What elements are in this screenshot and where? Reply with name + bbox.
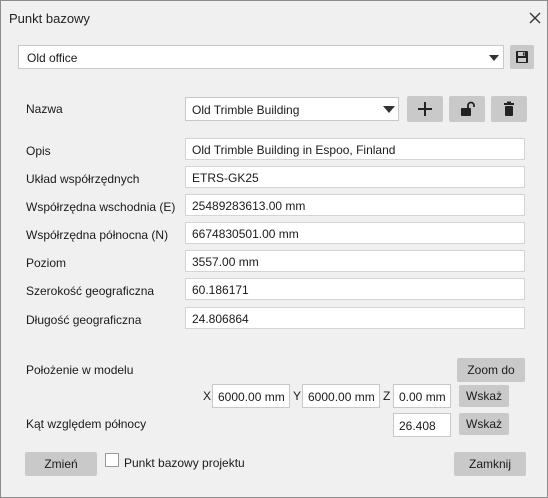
- x-label: X: [203, 389, 212, 403]
- model-position-label: Położenie w modelu: [26, 363, 134, 377]
- delete-button[interactable]: [491, 96, 527, 122]
- trash-icon: [504, 101, 514, 116]
- close-icon: [529, 12, 541, 24]
- name-select[interactable]: Old Trimble Building: [185, 97, 399, 121]
- latitude-label: Szerokość geograficzna: [26, 284, 155, 298]
- description-field[interactable]: Old Trimble Building in Espoo, Finland: [185, 138, 525, 160]
- latitude-value: 60.186171: [192, 283, 249, 297]
- close-dialog-button[interactable]: Zamknij: [454, 452, 526, 476]
- north-angle-label: Kąt względem północy: [26, 417, 147, 431]
- project-base-point-checkbox[interactable]: [105, 453, 119, 467]
- base-point-dialog: Punkt bazowy Old office Nazwa Old Trimbl…: [0, 0, 548, 498]
- project-base-point-label: Punkt bazowy projektu: [124, 456, 245, 470]
- unlock-button[interactable]: [449, 96, 485, 122]
- z-value: 0.00 mm: [399, 390, 446, 404]
- coordinate-system-field[interactable]: ETRS-GK25: [185, 166, 525, 188]
- easting-value: 25489283613.00 mm: [192, 199, 306, 213]
- show-north-angle-button[interactable]: Wskaż: [459, 413, 509, 435]
- plus-icon: [418, 102, 432, 116]
- change-button[interactable]: Zmień: [25, 452, 97, 476]
- title-bar: Punkt bazowy: [1, 1, 547, 35]
- elevation-field[interactable]: 3557.00 mm: [185, 250, 525, 272]
- add-button[interactable]: [407, 96, 443, 122]
- chevron-down-icon: [383, 106, 395, 113]
- coordinate-system-label: Układ współrzędnych: [26, 172, 140, 186]
- zoom-to-button[interactable]: Zoom do: [457, 358, 525, 382]
- longitude-value: 24.806864: [192, 312, 249, 326]
- y-field[interactable]: 6000.00 mm: [302, 384, 380, 408]
- unlock-icon: [461, 101, 475, 116]
- chevron-down-icon: [489, 55, 499, 61]
- elevation-value: 3557.00 mm: [192, 255, 259, 269]
- description-value: Old Trimble Building in Espoo, Finland: [192, 143, 396, 157]
- northing-field[interactable]: 6674830501.00 mm: [185, 222, 525, 244]
- northing-value: 6674830501.00 mm: [192, 227, 299, 241]
- base-point-select-value: Old office: [27, 51, 78, 65]
- z-label: Z: [383, 389, 391, 403]
- longitude-field[interactable]: 24.806864: [185, 307, 525, 329]
- north-angle-value: 26.408: [399, 419, 436, 433]
- x-field[interactable]: 6000.00 mm: [212, 384, 290, 408]
- easting-field[interactable]: 25489283613.00 mm: [185, 194, 525, 216]
- northing-label: Współrzędna północna (N): [26, 228, 169, 242]
- north-angle-field[interactable]: 26.408: [393, 413, 451, 437]
- dialog-title: Punkt bazowy: [9, 11, 90, 26]
- save-icon: [516, 51, 528, 63]
- longitude-label: Długość geograficzna: [26, 313, 142, 327]
- name-label: Nazwa: [26, 102, 63, 116]
- y-value: 6000.00 mm: [308, 390, 375, 404]
- elevation-label: Poziom: [26, 256, 67, 270]
- close-button[interactable]: [525, 8, 545, 28]
- y-label: Y: [293, 389, 302, 403]
- save-button[interactable]: [510, 45, 534, 69]
- coordinate-system-value: ETRS-GK25: [192, 171, 259, 185]
- easting-label: Współrzędna wschodnia (E): [26, 200, 176, 214]
- base-point-select[interactable]: Old office: [18, 45, 504, 69]
- show-position-button[interactable]: Wskaż: [459, 385, 509, 407]
- latitude-field[interactable]: 60.186171: [185, 278, 525, 300]
- name-select-value: Old Trimble Building: [192, 103, 300, 117]
- z-field[interactable]: 0.00 mm: [393, 384, 451, 408]
- description-label: Opis: [26, 144, 51, 158]
- x-value: 6000.00 mm: [218, 390, 285, 404]
